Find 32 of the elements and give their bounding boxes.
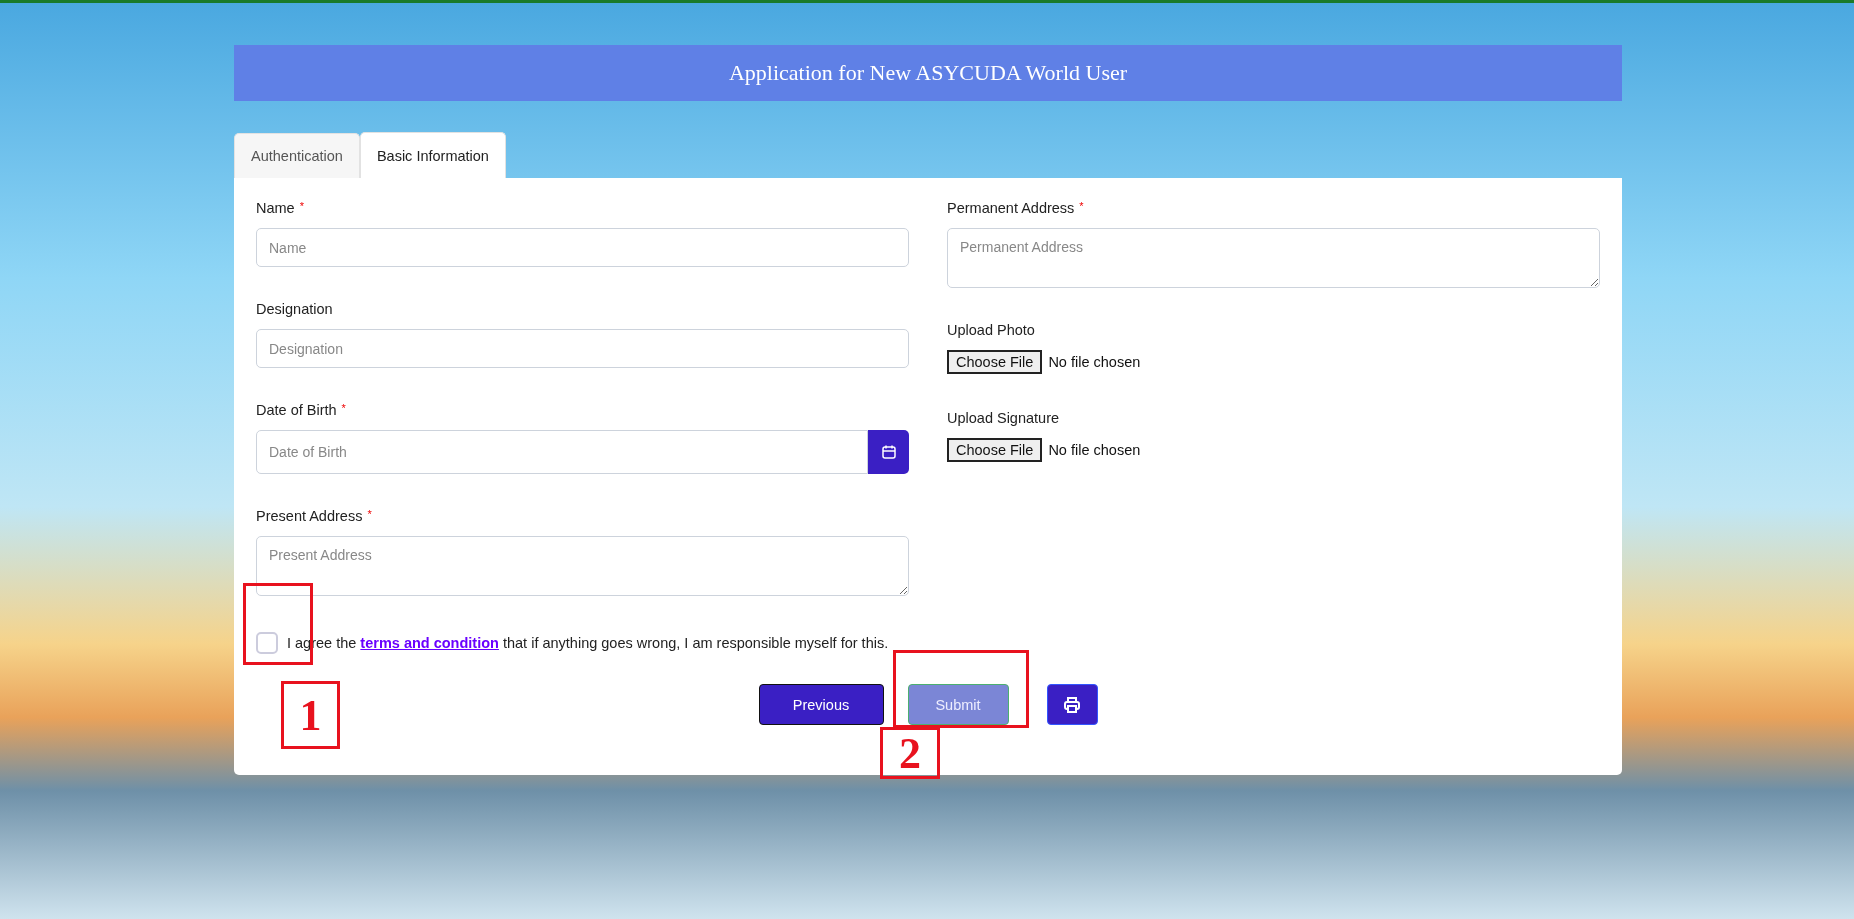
- file-status: No file chosen: [1048, 354, 1141, 370]
- input-field[interactable]: Designation: [256, 329, 909, 368]
- required-mark: *: [1079, 200, 1084, 212]
- textarea-field[interactable]: Permanent Address: [947, 228, 1600, 288]
- tab[interactable]: Basic Information: [359, 132, 506, 178]
- field-label: Permanent Address: [947, 200, 1075, 216]
- annotation-number: 2: [880, 727, 940, 779]
- required-mark: *: [367, 508, 372, 520]
- choose-file-button[interactable]: Choose File: [947, 350, 1043, 374]
- required-mark: *: [341, 402, 346, 414]
- required-mark: *: [299, 200, 304, 212]
- textarea-field[interactable]: Present Address: [256, 536, 909, 596]
- field-label: Name: [256, 200, 295, 216]
- date-field[interactable]: Date of Birth: [256, 430, 868, 474]
- input-field[interactable]: Name: [256, 228, 909, 267]
- field-label: Present Address: [256, 508, 363, 524]
- page-title: Application for New ASYCUDA World User: [728, 60, 1128, 86]
- tab[interactable]: Authentication: [234, 133, 360, 178]
- choose-file-button[interactable]: Choose File: [947, 438, 1043, 462]
- file-status: No file chosen: [1048, 442, 1141, 458]
- field-label: Upload Signature: [947, 410, 1060, 426]
- calendar-icon: [880, 444, 897, 460]
- printer-icon: [1063, 695, 1081, 714]
- previous-button[interactable]: Previous: [758, 684, 884, 725]
- agree-checkbox[interactable]: [256, 632, 278, 654]
- field-label: Upload Photo: [947, 322, 1035, 338]
- annotation-number: 1: [281, 681, 340, 749]
- calendar-button[interactable]: [868, 430, 909, 474]
- terms-link[interactable]: terms and condition: [360, 635, 499, 651]
- field-label: Designation: [256, 301, 333, 317]
- field-label: Date of Birth: [256, 402, 337, 418]
- print-button[interactable]: [1046, 684, 1098, 725]
